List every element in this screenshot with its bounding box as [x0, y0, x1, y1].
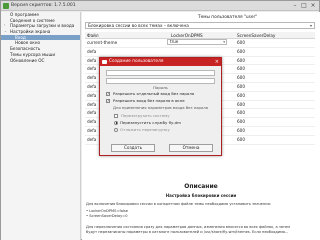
chevron-down-icon: ▾ — [309, 23, 312, 28]
sidebar-item-label: Вход — [15, 34, 26, 40]
locker-value: true — [170, 39, 179, 44]
cancel-button[interactable]: Отмена — [169, 144, 213, 152]
cell-file: defa — [87, 110, 97, 116]
allow-window-login-checkbox[interactable]: ✓ Разрешить вход без пароля в окне — [106, 98, 185, 103]
col-header-delay[interactable]: ScreenSaverDelay — [237, 32, 275, 39]
app-window: Версия скриптов: 1.7.5.001 – □ × О прогр… — [0, 0, 320, 240]
table-row[interactable]: defa 600 — [85, 48, 315, 57]
cell-file: defa — [87, 48, 97, 54]
checkbox-checked[interactable]: ✓ — [106, 98, 110, 103]
cell-file: defa — [87, 92, 97, 98]
table-header: Файл LockerOnDPMS ScreenSaverDelay — [85, 32, 315, 39]
cell-delay: 600 — [237, 127, 245, 133]
sidebar-item-label: Настройки экрана — [10, 29, 51, 35]
allow-login-without-password-checkbox[interactable]: ✓ Разрешить отдельный вход без пароля — [106, 91, 194, 96]
cell-delay: 600 — [237, 75, 245, 81]
radio-label: Отложить перезагрузку — [120, 127, 170, 132]
sidebar-nav: О программе Сведения о системе › Параметры … — [1, 12, 81, 240]
apply-section-label: Для применения параметров входа без паро… — [113, 105, 208, 110]
sidebar-item-label: Темы курсора мыши — [10, 51, 56, 57]
description-line: • LockerOnDPMS=false — [86, 209, 128, 213]
locker-combo[interactable]: true ▾ — [167, 39, 227, 45]
minimize-button[interactable]: – — [291, 2, 299, 10]
cell-file: defa — [87, 127, 97, 133]
app-icon — [3, 3, 9, 9]
radio-selected[interactable] — [114, 120, 118, 125]
password-label: Пароль — [153, 85, 168, 90]
cell-file: defa — [87, 57, 97, 63]
dialog-icon — [102, 60, 107, 64]
cell-delay: 600 — [237, 136, 245, 142]
cell-file: current-theme — [87, 40, 118, 45]
cell-delay: 600 — [237, 48, 245, 54]
table-row[interactable]: current-theme true ▾ 600 — [85, 39, 315, 48]
description-subtitle: Настройка блокировки сессии — [165, 193, 237, 198]
sidebar-item-label: Безопасность — [10, 46, 41, 52]
cell-file: defa — [87, 66, 97, 72]
description-title: Описание — [184, 183, 218, 190]
title-bar: Версия скриптов: 1.7.5.001 – □ × — [1, 1, 319, 11]
cell-file: defa — [87, 119, 97, 125]
radio-unselected[interactable] — [114, 127, 118, 132]
cell-file: defa — [87, 75, 97, 81]
maximize-button[interactable]: □ — [300, 2, 308, 10]
cell-delay: 600 — [237, 92, 245, 98]
cell-delay: 600 — [237, 66, 245, 72]
cell-delay: 600 — [237, 119, 245, 125]
username-input[interactable] — [106, 70, 215, 76]
cell-delay: 600 — [237, 110, 245, 116]
checkbox-label: Разрешить отдельный вход без пароля — [113, 91, 195, 96]
window-title: Версия скриптов: 1.7.5.001 — [11, 3, 76, 8]
cell-file: defa — [87, 101, 97, 107]
description-line: Для переключения состояния сразу для пар… — [86, 225, 290, 229]
dialog-title: Создание пользователя — [109, 59, 164, 64]
users-label: Темы пользователя "user" — [198, 15, 258, 20]
sidebar-item-label: Сведения о системе — [10, 17, 55, 23]
cell-delay: 600 — [237, 101, 245, 107]
theme-select[interactable]: Блокировка сессии во всех темах – включе… — [85, 22, 315, 29]
checkbox-unchecked[interactable] — [114, 113, 118, 118]
col-header-locker[interactable]: LockerOnDPMS — [171, 32, 203, 39]
description-line: • ScreenSaverDelay=0 — [86, 214, 128, 218]
checkbox-checked[interactable]: ✓ — [106, 91, 110, 96]
password-input[interactable] — [106, 78, 215, 84]
restart-fly-dm-radio[interactable]: Перезапустить службу fly-dm — [114, 120, 181, 125]
cell-file: defa — [87, 136, 97, 142]
sidebar-item-label: Новое окно — [15, 40, 41, 46]
checkbox-label: Разрешить вход без пароля в окне — [113, 98, 185, 103]
description-line: будут перезаписаны параметры в каталоге … — [86, 230, 289, 234]
sidebar-item-label: Параметры загрузки и входа — [10, 23, 75, 29]
reboot-system-checkbox[interactable]: Перезагрузить систему — [114, 113, 170, 118]
sidebar-item[interactable]: Обновление ОС — [1, 58, 80, 64]
cell-delay: 600 — [237, 83, 245, 89]
cell-delay: 600 — [237, 57, 245, 63]
cell-delay: 600 — [237, 40, 245, 45]
checkbox-label: Перезагрузить систему — [121, 113, 170, 118]
chevron-down-icon: ▾ — [223, 40, 225, 44]
cell-file: defa — [87, 83, 97, 89]
dialog-title-bar: Создание пользователя × — [100, 58, 221, 66]
sidebar-item-label: О программе — [10, 12, 39, 17]
sidebar-item-label: Обновление ОС — [10, 57, 45, 63]
postpone-reboot-radio[interactable]: Отложить перезагрузку — [114, 127, 170, 132]
dialog-close-icon[interactable]: × — [215, 58, 219, 66]
theme-select-value: Блокировка сессии во всех темах – включе… — [88, 23, 189, 28]
create-user-dialog: Создание пользователя × Пароль ✓ Разреши… — [99, 57, 222, 156]
description-line: Для включения блокировки сессии в конкре… — [86, 202, 271, 206]
radio-label: Перезапустить службу fly-dm — [120, 120, 181, 125]
close-button[interactable]: × — [309, 2, 317, 10]
create-button[interactable]: Создать — [111, 144, 155, 152]
users-bar: Темы пользователя "user" — [82, 14, 320, 22]
col-header-file[interactable]: Файл — [87, 32, 99, 39]
